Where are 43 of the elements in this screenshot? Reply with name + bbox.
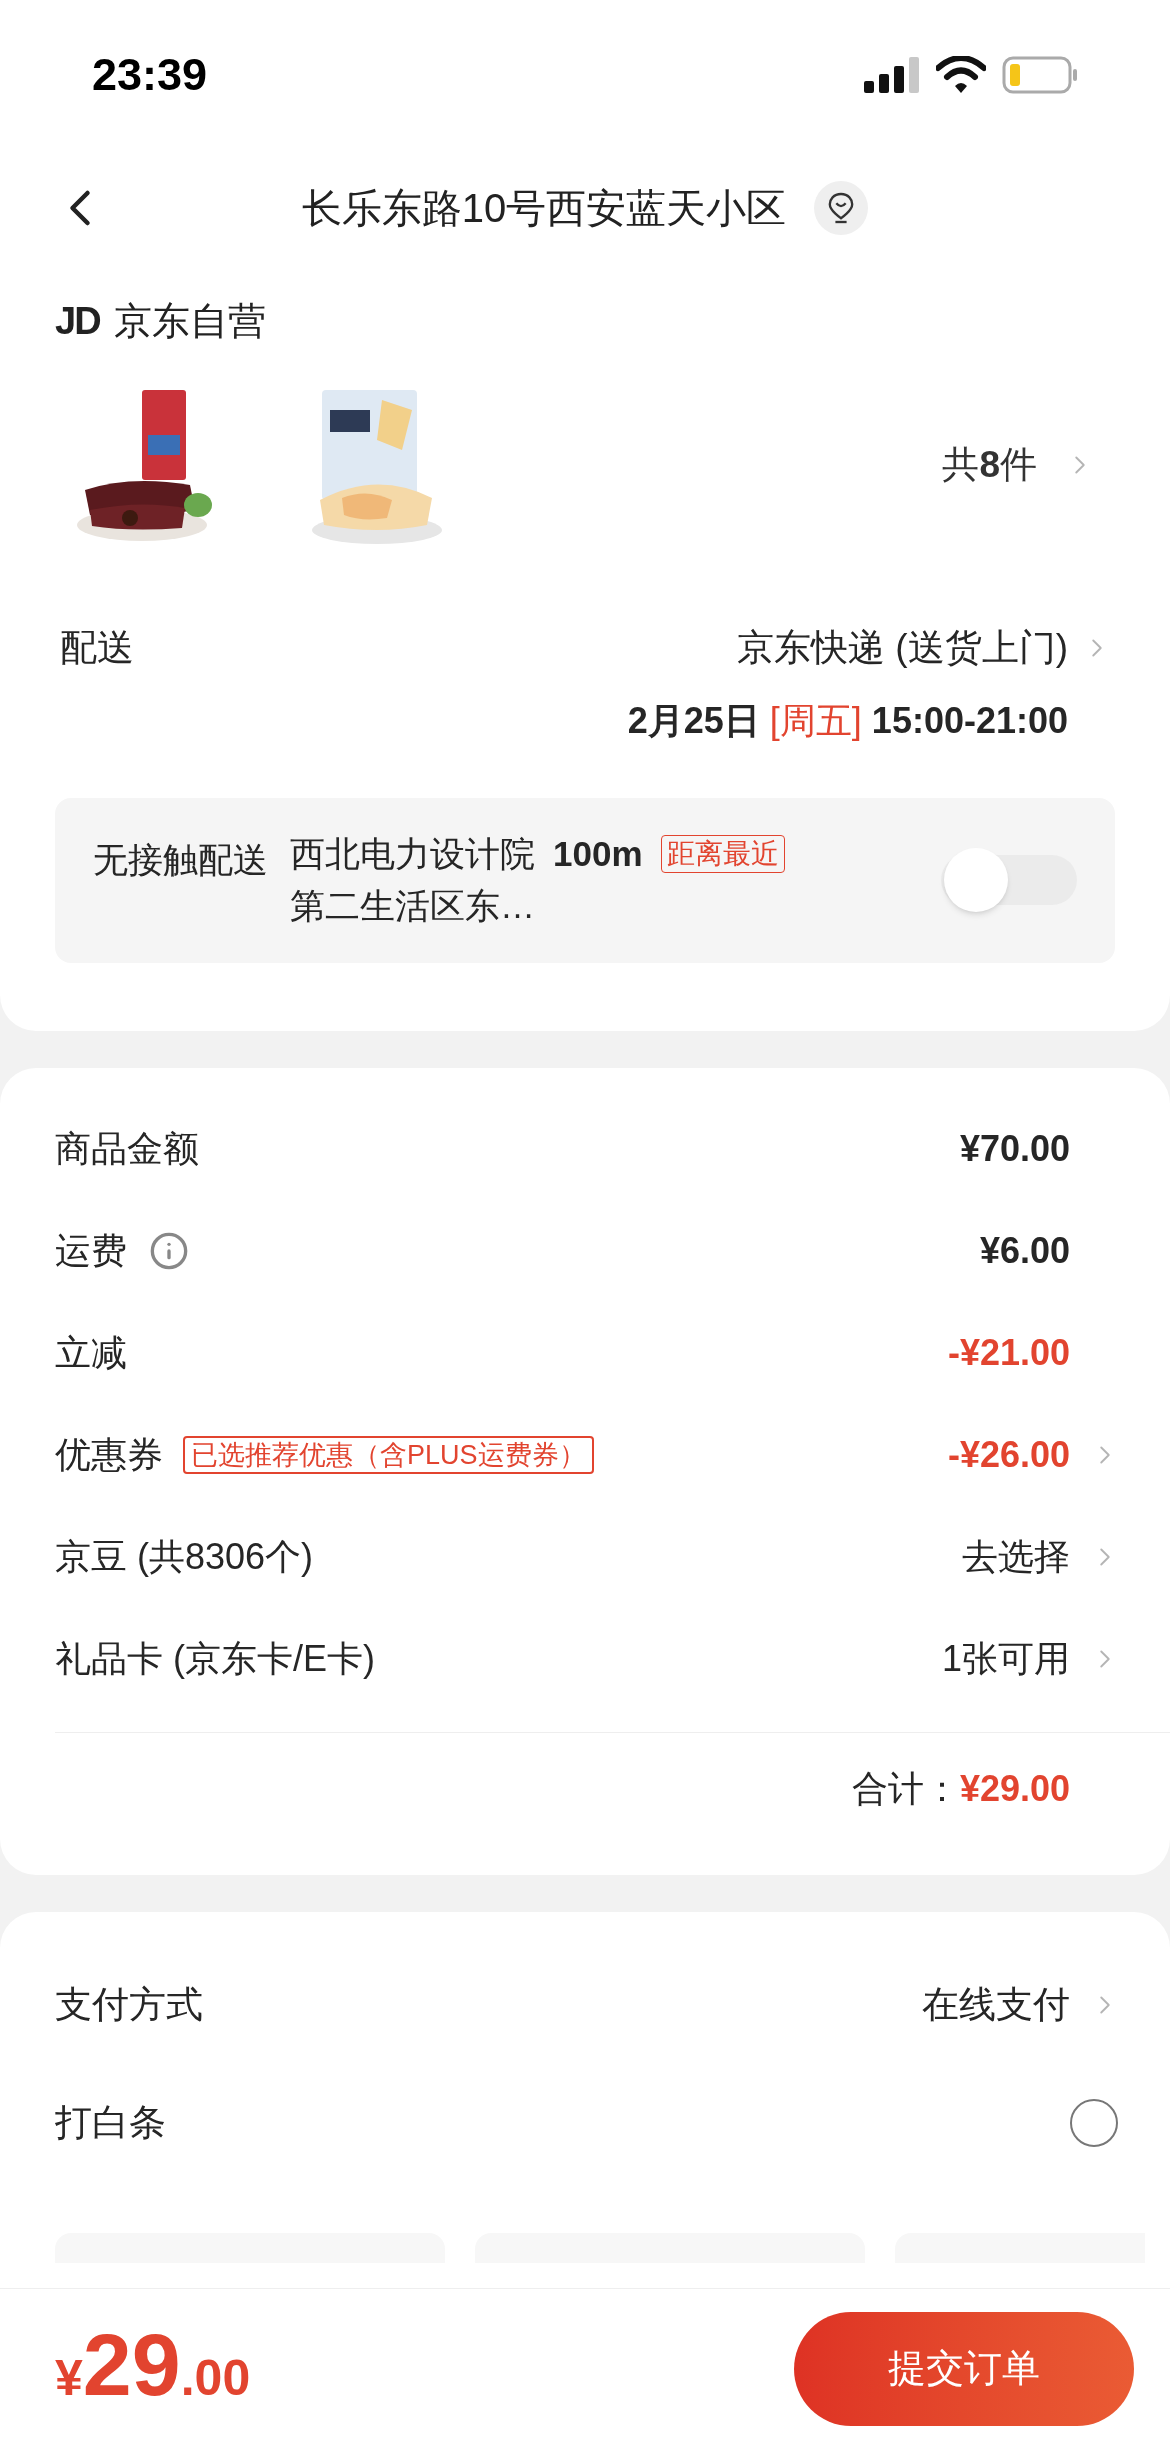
fee-label: 京豆 (共8306个): [55, 1534, 314, 1579]
pickup-distance: 100m: [553, 832, 643, 875]
fee-value: ¥70.00: [959, 1126, 1070, 1171]
wifi-icon: [936, 56, 986, 94]
fee-value[interactable]: 1张可用: [941, 1631, 1070, 1686]
pickup-place: 西北电力设计院: [290, 832, 535, 875]
contactless-label: 无接触配送: [93, 838, 268, 881]
delivery-method[interactable]: 京东快递 (送货上门): [737, 620, 1068, 676]
fee-value: ¥6.00: [979, 1228, 1070, 1273]
fee-label: 商品金额: [55, 1126, 199, 1171]
fee-value[interactable]: 去选择: [962, 1529, 1070, 1584]
delivery-weekday: [周五]: [769, 698, 862, 743]
address-title: 长乐东路10号西安蓝天小区: [301, 184, 787, 232]
pickup-place-line: 第二生活区东…: [290, 885, 536, 927]
price-amount: 29: [82, 2321, 181, 2409]
delivery-time: 15:00-21:00: [871, 698, 1068, 743]
status-time: 23:39: [92, 48, 208, 103]
total-label: 合计：: [851, 1766, 960, 1811]
submit-order-button[interactable]: 提交订单: [794, 2311, 1134, 2426]
payment-value[interactable]: 在线支付: [922, 1976, 1070, 2033]
fee-label: 礼品卡 (京东卡/E卡): [55, 1636, 375, 1681]
store-logo: JD: [55, 299, 100, 344]
item-count[interactable]: 共8件: [942, 437, 1037, 493]
radio-button[interactable]: [1070, 2098, 1118, 2147]
fee-value[interactable]: -¥26.00: [947, 1427, 1070, 1482]
fee-label: 优惠券: [55, 1432, 163, 1477]
price-currency: ¥: [55, 2350, 83, 2408]
fee-value: -¥21.00: [947, 1330, 1070, 1375]
payment-label: 支付方式: [55, 1982, 203, 2027]
coupon-tag: 已选推荐优惠（含PLUS运费券）: [183, 1435, 594, 1474]
nearest-tag: 距离最近: [660, 834, 785, 873]
fee-label: 运费: [55, 1228, 127, 1273]
total-value: ¥29.00: [959, 1766, 1070, 1811]
store-name: 京东自营: [113, 299, 266, 344]
price-cents: .00: [180, 2349, 251, 2408]
baitiao-label: 打白条: [55, 2100, 166, 2145]
battery-icon: [1002, 56, 1078, 94]
info-icon[interactable]: [149, 1230, 189, 1271]
location-pin-icon: [827, 191, 856, 224]
fee-label: 立减: [55, 1330, 127, 1375]
delivery-date: 2月25日: [627, 698, 760, 743]
signal-icon: [864, 57, 920, 93]
delivery-label: 配送: [60, 626, 134, 670]
